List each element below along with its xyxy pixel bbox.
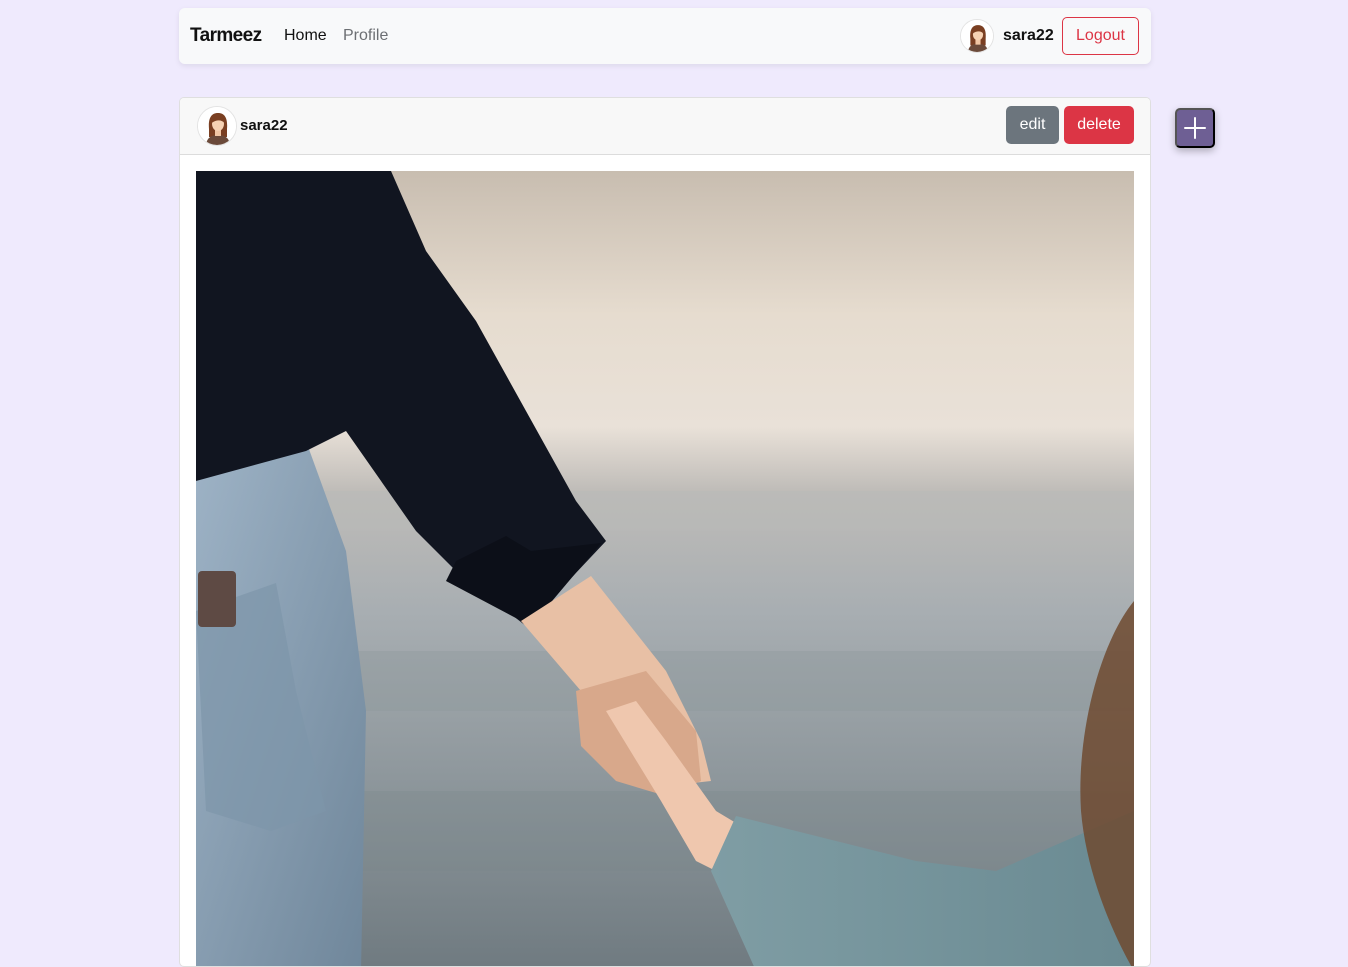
post-image[interactable] xyxy=(196,171,1134,966)
user-avatar[interactable] xyxy=(960,19,994,53)
logout-button[interactable]: Logout xyxy=(1062,17,1139,55)
nav-username[interactable]: sara22 xyxy=(1003,27,1054,45)
avatar-woman-icon xyxy=(961,20,993,52)
nav-link-home[interactable]: Home xyxy=(284,27,327,45)
edit-button[interactable]: edit xyxy=(1006,106,1059,144)
post-card: sara22 edit delete xyxy=(179,97,1151,967)
navbar: Tarmeez Home Profile sara22 Logout xyxy=(179,8,1151,64)
post-header: sara22 edit delete xyxy=(180,98,1150,155)
brand-logo[interactable]: Tarmeez xyxy=(190,25,262,47)
plus-icon xyxy=(1184,117,1206,139)
post-author-name[interactable]: sara22 xyxy=(240,117,288,134)
delete-button[interactable]: delete xyxy=(1064,106,1134,144)
nav-link-profile[interactable]: Profile xyxy=(343,27,388,45)
post-author-avatar[interactable] xyxy=(197,106,237,146)
avatar-woman-icon xyxy=(198,107,236,145)
add-post-button[interactable] xyxy=(1175,108,1215,148)
post-photo xyxy=(196,171,1134,966)
